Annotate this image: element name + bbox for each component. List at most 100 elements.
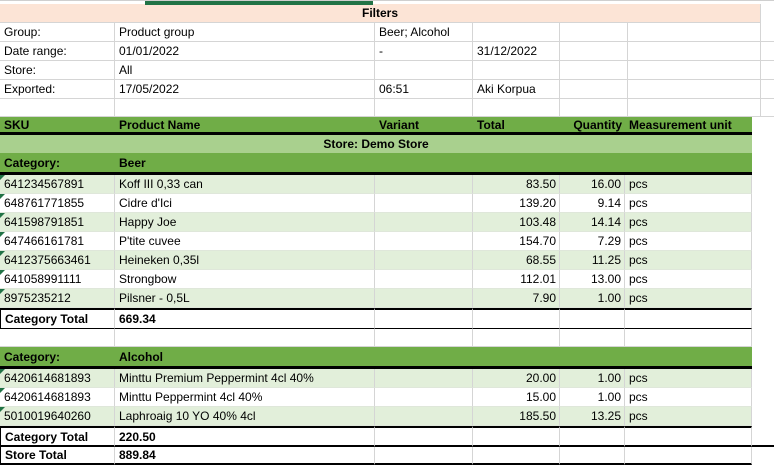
cell-variant[interactable] — [375, 251, 473, 270]
cell-unit[interactable]: pcs — [625, 213, 752, 232]
empty-cell[interactable] — [560, 42, 628, 61]
empty-cell[interactable] — [473, 308, 560, 329]
cell-quantity[interactable]: 13.25 — [560, 407, 625, 426]
empty-cell[interactable] — [473, 447, 560, 465]
empty-cell[interactable] — [473, 329, 560, 347]
cell-total[interactable]: 185.50 — [473, 407, 560, 426]
cell-total[interactable]: 83.50 — [473, 175, 560, 194]
category-total-label[interactable]: Category Total — [0, 308, 115, 329]
column-header-sku[interactable]: SKU — [0, 117, 115, 135]
cell-quantity[interactable]: 11.25 — [560, 251, 625, 270]
empty-cell[interactable] — [473, 347, 560, 369]
empty-cell[interactable] — [560, 99, 628, 117]
column-header-variant[interactable]: Variant — [375, 117, 473, 135]
cell-sku[interactable]: 6420614681893 — [0, 388, 115, 407]
cell-unit[interactable]: pcs — [625, 388, 752, 407]
cell-unit[interactable]: pcs — [625, 407, 752, 426]
cell-variant[interactable] — [375, 270, 473, 289]
column-header-quantity[interactable]: Quantity — [560, 117, 625, 135]
empty-cell[interactable] — [375, 99, 473, 117]
cell-product[interactable]: Minttu Premium Peppermint 4cl 40% — [115, 369, 375, 388]
cell-total[interactable]: 15.00 — [473, 388, 560, 407]
filter-value-cell[interactable] — [375, 61, 473, 80]
category-label-cell[interactable]: Category: — [0, 347, 115, 369]
category-name-cell[interactable]: Beer — [115, 153, 375, 175]
filter-value-cell[interactable]: Beer; Alcohol — [375, 23, 473, 42]
empty-cell[interactable] — [560, 426, 625, 447]
filter-value-cell[interactable]: 17/05/2022 — [115, 80, 375, 99]
cell-product[interactable]: Heineken 0,35l — [115, 251, 375, 270]
empty-cell[interactable] — [628, 80, 761, 99]
filter-label-cell[interactable]: Date range: — [0, 42, 115, 61]
empty-cell[interactable] — [628, 42, 761, 61]
cell-product[interactable]: Pilsner - 0,5L — [115, 289, 375, 308]
cell-total[interactable]: 20.00 — [473, 369, 560, 388]
empty-cell[interactable] — [560, 80, 628, 99]
empty-cell[interactable] — [473, 426, 560, 447]
filter-value-cell[interactable] — [473, 23, 560, 42]
cell-quantity[interactable]: 16.00 — [560, 175, 625, 194]
cell-unit[interactable]: pcs — [625, 289, 752, 308]
cell-total[interactable]: 7.90 — [473, 289, 560, 308]
cell-variant[interactable] — [375, 289, 473, 308]
empty-cell[interactable] — [560, 329, 625, 347]
cell-sku[interactable]: 641234567891 — [0, 175, 115, 194]
cell-quantity[interactable]: 1.00 — [560, 369, 625, 388]
cell-variant[interactable] — [375, 388, 473, 407]
cell-sku[interactable]: 8975235212 — [0, 289, 115, 308]
cell-sku[interactable]: 648761771855 — [0, 194, 115, 213]
empty-cell[interactable] — [375, 308, 473, 329]
filter-label-cell[interactable]: Group: — [0, 23, 115, 42]
filter-value-cell[interactable]: Product group — [115, 23, 375, 42]
cell-unit[interactable]: pcs — [625, 251, 752, 270]
empty-cell[interactable] — [375, 347, 473, 369]
empty-cell[interactable] — [560, 347, 625, 369]
cell-product[interactable]: Koff III 0,33 can — [115, 175, 375, 194]
cell-quantity[interactable]: 1.00 — [560, 388, 625, 407]
empty-cell[interactable] — [0, 99, 115, 117]
filter-label-cell[interactable]: Store: — [0, 61, 115, 80]
store-total-value[interactable]: 889.84 — [115, 447, 375, 465]
filter-value-cell[interactable]: 06:51 — [375, 80, 473, 99]
empty-cell[interactable] — [628, 61, 761, 80]
empty-cell[interactable] — [0, 329, 115, 347]
cell-quantity[interactable]: 13.00 — [560, 270, 625, 289]
cell-variant[interactable] — [375, 369, 473, 388]
cell-variant[interactable] — [375, 194, 473, 213]
cell-sku[interactable]: 6412375663461 — [0, 251, 115, 270]
empty-cell[interactable] — [375, 153, 473, 175]
cell-quantity[interactable]: 14.14 — [560, 213, 625, 232]
filter-value-cell[interactable]: 31/12/2022 — [473, 42, 560, 61]
cell-total[interactable]: 103.48 — [473, 213, 560, 232]
cell-total[interactable]: 112.01 — [473, 270, 560, 289]
store-total-label[interactable]: Store Total — [0, 447, 115, 465]
empty-cell[interactable] — [375, 447, 473, 465]
cell-unit[interactable]: pcs — [625, 232, 752, 251]
empty-cell[interactable] — [473, 153, 560, 175]
empty-cell[interactable] — [375, 329, 473, 347]
cell-total[interactable]: 139.20 — [473, 194, 560, 213]
empty-cell[interactable] — [375, 426, 473, 447]
cell-variant[interactable] — [375, 232, 473, 251]
store-banner[interactable]: Store: Demo Store — [0, 135, 752, 153]
cell-unit[interactable]: pcs — [625, 175, 752, 194]
cell-sku[interactable]: 6420614681893 — [0, 369, 115, 388]
filter-label-cell[interactable]: Exported: — [0, 80, 115, 99]
cell-unit[interactable]: pcs — [625, 369, 752, 388]
filter-value-cell[interactable]: All — [115, 61, 375, 80]
empty-cell[interactable] — [625, 329, 752, 347]
cell-unit[interactable]: pcs — [625, 270, 752, 289]
empty-cell[interactable] — [115, 99, 375, 117]
category-name-cell[interactable]: Alcohol — [115, 347, 375, 369]
empty-cell[interactable] — [625, 308, 752, 329]
empty-cell[interactable] — [625, 153, 752, 175]
cell-sku[interactable]: 641058991111 — [0, 270, 115, 289]
empty-cell[interactable] — [625, 447, 752, 465]
cell-product[interactable]: Cidre d'Ici — [115, 194, 375, 213]
column-header-product[interactable]: Product Name — [115, 117, 375, 135]
cell-product[interactable]: Happy Joe — [115, 213, 375, 232]
category-total-value[interactable]: 220.50 — [115, 426, 375, 447]
column-header-total[interactable]: Total — [473, 117, 560, 135]
empty-cell[interactable] — [473, 99, 560, 117]
cell-quantity[interactable]: 7.29 — [560, 232, 625, 251]
